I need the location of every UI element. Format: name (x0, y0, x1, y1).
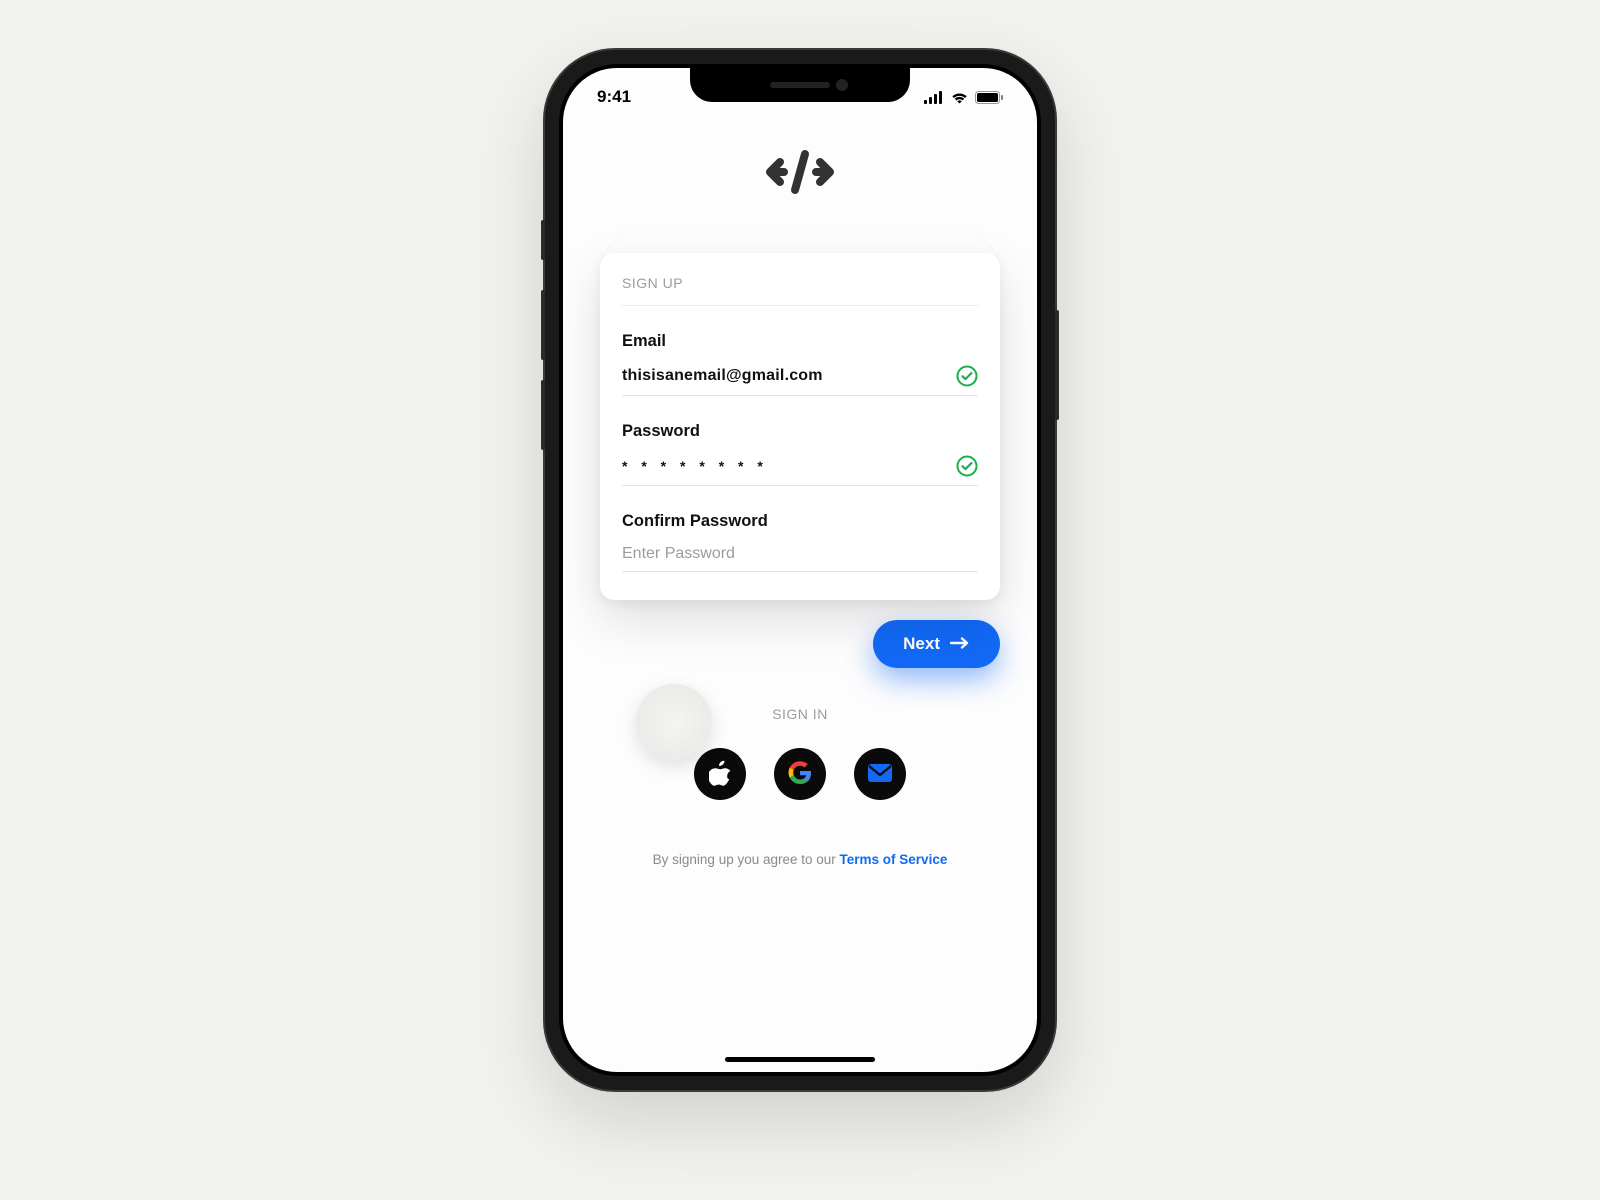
home-indicator[interactable] (725, 1057, 875, 1062)
wifi-icon (950, 91, 969, 104)
screen: 9:41 (563, 68, 1037, 1072)
next-button[interactable]: Next (873, 620, 1000, 668)
signin-email-button[interactable] (854, 748, 906, 800)
google-icon (788, 761, 812, 788)
app-logo-icon (764, 148, 836, 201)
check-circle-icon (956, 365, 978, 387)
notch (690, 68, 910, 102)
signin-label[interactable]: SIGN IN (772, 706, 828, 722)
envelope-icon (868, 764, 892, 785)
apple-icon (709, 760, 731, 789)
phone-frame: 9:41 (545, 50, 1055, 1090)
signup-card: SIGN UP Email Password (600, 253, 1000, 600)
power-button (1055, 310, 1059, 420)
confirm-password-label: Confirm Password (622, 512, 978, 531)
password-input[interactable] (622, 458, 956, 474)
cellular-icon (924, 91, 944, 104)
email-label: Email (622, 332, 978, 351)
password-label: Password (622, 422, 978, 441)
battery-icon (975, 91, 1003, 104)
email-field-group: Email (622, 332, 978, 396)
arrow-right-icon (950, 634, 970, 654)
signin-apple-button[interactable] (694, 748, 746, 800)
status-time: 9:41 (597, 87, 631, 107)
mute-switch (541, 220, 545, 260)
check-circle-icon (956, 455, 978, 477)
next-button-label: Next (903, 634, 940, 654)
volume-down-button (541, 380, 545, 450)
terms-of-service-link[interactable]: Terms of Service (840, 852, 948, 867)
confirm-password-field-group: Confirm Password (622, 512, 978, 572)
volume-up-button (541, 290, 545, 360)
footer-prefix: By signing up you agree to our (653, 852, 840, 867)
card-title: SIGN UP (622, 275, 978, 306)
signin-google-button[interactable] (774, 748, 826, 800)
password-field-group: Password (622, 422, 978, 486)
touch-indicator (636, 684, 712, 760)
email-input[interactable] (622, 367, 956, 385)
confirm-password-input[interactable] (622, 545, 978, 563)
footer-text: By signing up you agree to our Terms of … (653, 852, 948, 867)
